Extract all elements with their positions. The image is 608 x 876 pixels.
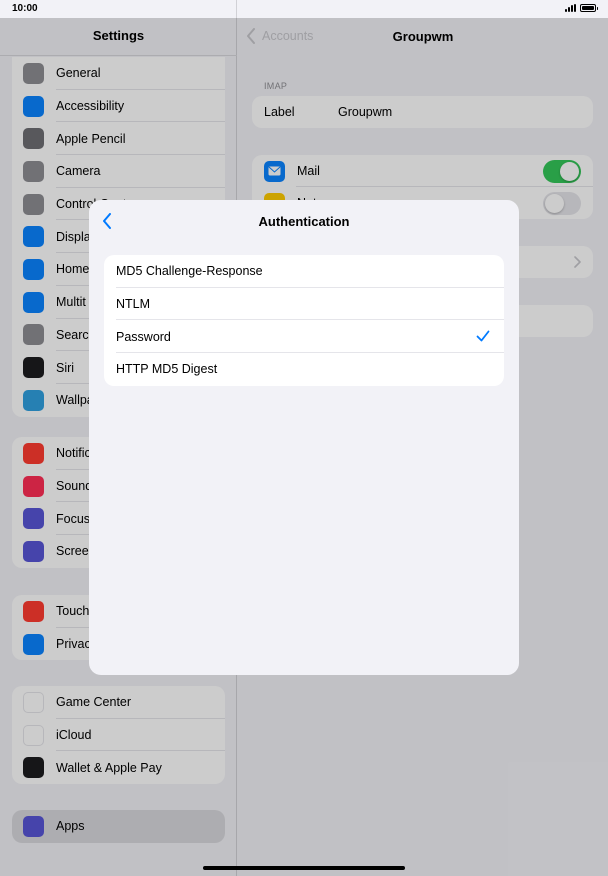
auth-option-label: Password (116, 329, 171, 344)
status-bar: 10:00 (0, 0, 608, 18)
auth-option-md5-challenge-response[interactable]: MD5 Challenge-Response (104, 255, 504, 288)
status-time: 10:00 (12, 3, 38, 14)
auth-option-label: MD5 Challenge-Response (116, 264, 263, 279)
modal-title: Authentication (258, 214, 350, 229)
status-icons (565, 4, 598, 12)
home-indicator[interactable] (203, 866, 405, 870)
checkmark-icon (476, 330, 490, 342)
auth-option-http-md5-digest[interactable]: HTTP MD5 Digest (104, 353, 504, 386)
auth-option-ntlm[interactable]: NTLM (104, 288, 504, 321)
auth-option-label: HTTP MD5 Digest (116, 362, 218, 377)
battery-icon (580, 4, 598, 12)
signal-icon (565, 4, 576, 12)
authentication-options: MD5 Challenge-Response NTLM Password HTTP M… (104, 255, 504, 386)
auth-option-password[interactable]: Password (104, 320, 504, 354)
auth-option-label: NTLM (116, 297, 151, 312)
authentication-modal: Authentication MD5 Challenge-Response NTL… (89, 200, 519, 675)
